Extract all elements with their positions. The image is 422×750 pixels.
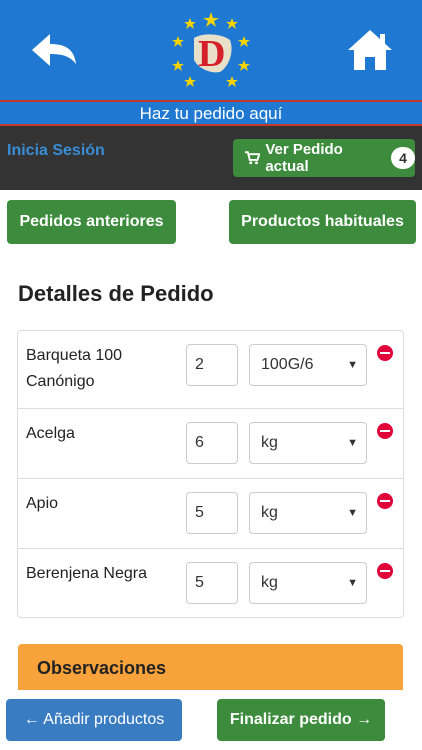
product-name: Apio [26,495,59,512]
view-current-order-button[interactable]: Ver Pedido actual 4 [233,139,415,177]
remove-icon[interactable] [377,345,393,361]
observations-title: Observaciones [37,658,167,678]
cart-label: Ver Pedido actual [265,141,343,175]
chevron-down-icon: ▼ [347,577,358,589]
unit-select[interactable]: kg ▼ [249,562,367,604]
login-link[interactable]: Inicia Sesión [7,142,105,160]
product-name: Acelga [26,425,75,442]
quantity-input[interactable]: 5 [186,562,238,604]
add-products-button[interactable]: ← Añadir productos [6,699,182,741]
unit-select-value: kg [261,434,278,451]
chevron-down-icon: ▼ [347,437,358,449]
session-bar: Inicia Sesión Ver Pedido actual 4 [0,126,422,190]
back-arrow-icon [32,34,76,66]
order-row: Acelga 6 kg ▼ [18,409,403,479]
remove-icon[interactable] [377,563,393,579]
cart-icon [245,151,261,165]
previous-orders-button[interactable]: Pedidos anteriores [7,200,176,244]
app-header: D Haz tu pedido aquí [0,0,422,126]
brand-logo: D [170,10,252,92]
finish-order-button[interactable]: Finalizar pedido → [217,699,385,741]
unit-select-value: kg [261,504,278,521]
observations-panel[interactable]: Observaciones [18,644,403,694]
order-row: Apio 5 kg ▼ [18,479,403,549]
unit-select[interactable]: kg ▼ [249,422,367,464]
home-button[interactable] [344,26,396,74]
quantity-input[interactable]: 5 [186,492,238,534]
quantity-input[interactable]: 2 [186,344,238,386]
remove-icon[interactable] [377,493,393,509]
order-row: Berenjena Negra 5 kg ▼ [18,549,403,617]
header-tagline: Haz tu pedido aquí [139,104,283,123]
footer-bar: ← Añadir productos Finalizar pedido → [0,690,422,750]
cart-count-badge: 4 [391,147,415,169]
unit-select-value: 100G/6 [261,356,314,373]
remove-icon[interactable] [377,423,393,439]
product-name: Berenjena Negra [26,565,147,582]
logo-letter: D [198,33,226,75]
product-name: Barqueta 100 Canónigo [26,347,123,390]
unit-select[interactable]: kg ▼ [249,492,367,534]
chevron-down-icon: ▼ [347,507,358,519]
usual-products-button[interactable]: Productos habituales [229,200,416,244]
order-details-table: Barqueta 100 Canónigo 2 100G/6 ▼ Acelga … [17,330,404,618]
home-icon [348,30,392,70]
quantity-input[interactable]: 6 [186,422,238,464]
chevron-down-icon: ▼ [347,359,358,371]
order-row: Barqueta 100 Canónigo 2 100G/6 ▼ [18,331,403,409]
back-button[interactable] [28,28,80,72]
order-page: D Haz tu pedido aquí Inicia Sesión Ver P… [0,0,422,750]
page-title: Detalles de Pedido [18,281,214,306]
unit-select[interactable]: 100G/6 ▼ [249,344,367,386]
unit-select-value: kg [261,574,278,591]
